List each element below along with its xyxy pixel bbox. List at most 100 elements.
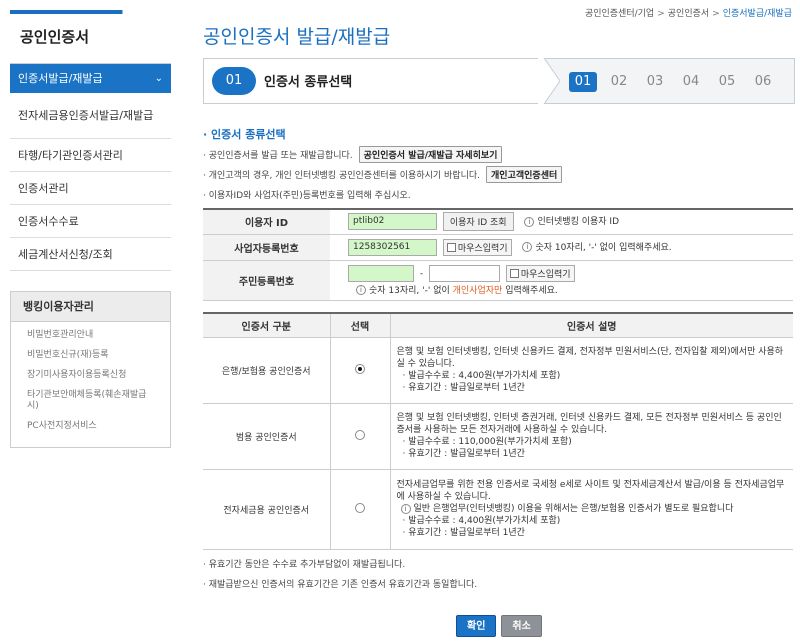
note-text: · 공인인증서를 발급 또는 재발급합니다. <box>203 150 353 161</box>
chevron-right-icon: > <box>712 9 720 19</box>
sidebar-item-tax-invoice[interactable]: 세금계산서신청/조회 <box>10 238 171 271</box>
step-number: 01 <box>569 72 597 92</box>
cert-name: 전자세금용 공인인증서 <box>203 469 330 550</box>
sidebar-item-tax-cert[interactable]: 전자세금용인증서발급/재발급 <box>10 93 171 139</box>
rrn-back-input[interactable] <box>429 264 500 282</box>
personal-cert-center-button[interactable]: 개인고객인증센터 <box>486 165 563 183</box>
sidebar-item-cert-fee[interactable]: 인증서수수료 <box>10 205 171 238</box>
header-cert-desc: 인증서 설명 <box>389 313 793 338</box>
banking-user-title: 뱅킹이용자관리 <box>11 292 170 322</box>
universal-cert-radio[interactable] <box>355 429 365 440</box>
user-id-cell: ptlib02 이용자 ID 조회 i 인터넷뱅킹 이용자 ID <box>330 209 793 235</box>
rrn-info-highlight: 개인사업자만 <box>452 285 503 296</box>
note-text: · 이용자ID와 사업자(주민)등록번호를 입력해 주십시오. <box>203 190 411 201</box>
sub-item-password-register[interactable]: 비밀번호신규(재)등록 <box>11 350 170 361</box>
step-number: 03 <box>646 74 664 89</box>
breadcrumb-item[interactable]: 공인인증서 <box>668 9 709 19</box>
sub-item-security-media[interactable]: 타기관보안매체등록(훼손재발급시) <box>11 390 170 412</box>
sub-item-dormant-register[interactable]: 장기미사용자이용등록신청 <box>11 370 170 381</box>
step-bar: 01 인증서 종류선택 01 02 03 04 05 06 <box>203 58 795 104</box>
info-icon: i <box>524 216 535 227</box>
cert-desc: 은행 및 보험 인터넷뱅킹, 인터넷 증권거래, 인터넷 신용카드 결제, 모든… <box>396 413 782 435</box>
step-number: 04 <box>682 74 700 89</box>
cert-period: · 유효기간 : 발급일로부터 1년간 <box>402 383 525 393</box>
cert-fee: · 발급수수료 : 4,400원(부가가치세 포함) <box>402 516 561 526</box>
form-row-user-id: 이용자 ID ptlib02 이용자 ID 조회 i 인터넷뱅킹 이용자 ID <box>203 209 793 235</box>
cert-desc: 은행 및 보험 인터넷뱅킹, 인터넷 신용카드 결제, 전자정부 민원서비스(단… <box>396 347 784 369</box>
note-row: · 공인인증서를 발급 또는 재발급합니다. 공인인증서 발급/재발급 자세히보기 <box>203 144 562 164</box>
page-title: 공인인증서 발급/재발급 <box>203 26 391 48</box>
cert-desc-cell: 전자세금업무를 위한 전용 인증서로 국세청 e세로 사이트 및 전자세금계산서… <box>389 469 793 550</box>
cert-fee: · 발급수수료 : 110,000원(부가가치세 포함) <box>402 437 572 447</box>
sub-item-pc-designation[interactable]: PC사전지정서비스 <box>11 421 170 432</box>
note-row: · 개인고객의 경우, 개인 인터넷뱅킹 공인인증센터를 이용하시기 바랍니다.… <box>203 164 563 184</box>
header-cert-type: 인증서 구분 <box>203 313 330 338</box>
cert-period: · 유효기간 : 발급일로부터 1년간 <box>402 528 525 538</box>
sidebar-item-label: 인증서관리 <box>18 182 69 195</box>
cert-desc-cell: 은행 및 보험 인터넷뱅킹, 인터넷 증권거래, 인터넷 신용카드 결제, 모든… <box>389 403 793 470</box>
banking-user-list: 비밀번호관리안내 비밀번호신규(재)등록 장기미사용자이용등록신청 타기관보안매… <box>11 322 170 447</box>
user-id-info: 인터넷뱅킹 이용자 ID <box>537 217 620 228</box>
biz-number-input[interactable]: 1258302561 <box>348 238 437 256</box>
sidebar-title: 공인인증서 <box>10 14 171 64</box>
sub-item-password-guide[interactable]: 비밀번호관리안내 <box>11 330 170 341</box>
step-number-list: 01 02 03 04 05 06 <box>569 72 785 92</box>
cert-desc-cell: 은행 및 보험 인터넷뱅킹, 인터넷 신용카드 결제, 전자정부 민원서비스(단… <box>389 337 793 404</box>
rrn-label: 주민등록번호 <box>203 260 330 301</box>
sidebar-item-label: 인증서발급/재발급 <box>18 72 103 85</box>
banking-user-box: 뱅킹이용자관리 비밀번호관리안내 비밀번호신규(재)등록 장기미사용자이용등록신… <box>10 291 171 448</box>
footer-notes: · 유효기간 동안은 수수료 추가부담없이 재발급됩니다. · 재발급받으신 인… <box>203 558 477 598</box>
user-form-table: 이용자 ID ptlib02 이용자 ID 조회 i 인터넷뱅킹 이용자 ID 사… <box>203 208 793 301</box>
cert-notice: 일반 은행업무(인터넷뱅킹) 이용을 위해서는 은행/보험용 인증서가 별도로 … <box>413 504 734 514</box>
user-id-input[interactable]: ptlib02 <box>348 213 437 231</box>
cert-period: · 유효기간 : 발급일로부터 1년간 <box>402 449 525 459</box>
sidebar-item-label: 전자세금용인증서발급/재발급 <box>18 109 154 122</box>
sidebar-item-cert-issue[interactable]: 인증서발급/재발급 ⌄ <box>10 64 171 93</box>
sidebar-item-cert-manage[interactable]: 인증서관리 <box>10 172 171 205</box>
biz-number-label: 사업자등록번호 <box>203 234 330 261</box>
footer-note: · 재발급받으신 인증서의 유효기간은 기존 인증서 유효기간과 동일합니다. <box>203 580 478 590</box>
sidebar-item-label: 세금계산서신청/조회 <box>18 248 113 261</box>
cert-row-universal: 범용 공인인증서 은행 및 보험 인터넷뱅킹, 인터넷 증권거래, 인터넷 신용… <box>203 403 793 470</box>
cert-select-cell <box>329 403 390 470</box>
tax-cert-radio[interactable] <box>355 502 365 513</box>
confirm-button[interactable]: 확인 <box>456 615 497 637</box>
issue-detail-button[interactable]: 공인인증서 발급/재발급 자세히보기 <box>358 145 503 163</box>
footer-note: · 유효기간 동안은 수수료 추가부담없이 재발급됩니다. <box>203 560 406 570</box>
info-icon: i <box>356 285 366 295</box>
cert-row-tax: 전자세금용 공인인증서 전자세금업무를 위한 전용 인증서로 국세청 e세로 사… <box>203 469 793 550</box>
user-id-lookup-button[interactable]: 이용자 ID 조회 <box>442 212 514 232</box>
rrn-info-text: 입력해주세요. <box>505 285 558 296</box>
breadcrumb-item[interactable]: 공인인증센터/기업 <box>585 9 654 19</box>
chevron-down-icon: ⌄ <box>154 72 163 84</box>
info-icon: i <box>522 242 533 252</box>
sidebar-item-other-cert[interactable]: 타행/타기관인증서관리 <box>10 139 171 172</box>
checkbox-icon <box>446 242 456 252</box>
biz-number-cell: 1258302561 마우스입력기 i 숫자 10자리, '-' 없이 입력해주세… <box>330 234 793 261</box>
sidebar-menu: 인증서발급/재발급 ⌄ 전자세금용인증서발급/재발급 타행/타기관인증서관리 인증… <box>10 64 171 271</box>
mouse-input-label: 마우스입력기 <box>457 243 508 254</box>
header-select: 선택 <box>329 313 390 338</box>
rrn-info-text: 숫자 13자리, '-' 없이 <box>369 285 450 296</box>
info-icon: i <box>400 503 411 514</box>
note-text: · 개인고객의 경우, 개인 인터넷뱅킹 공인인증센터를 이용하시기 바랍니다. <box>203 170 481 181</box>
bank-cert-radio[interactable] <box>355 363 365 374</box>
cancel-button[interactable]: 취소 <box>501 615 542 637</box>
rrn-cell: - 마우스입력기 i 숫자 13자리, '-' 없이 개인사업자만 입력해주세요. <box>330 260 793 301</box>
action-buttons: 확인 취소 <box>456 615 547 637</box>
form-row-rrn: 주민등록번호 - 마우스입력기 i 숫자 13자리, '-' 없이 개인사업자만 … <box>203 260 793 301</box>
notes: · 공인인증서를 발급 또는 재발급합니다. 공인인증서 발급/재발급 자세히보기… <box>203 144 563 204</box>
cert-name: 범용 공인인증서 <box>203 403 330 470</box>
mouse-input-label: 마우스입력기 <box>520 269 571 280</box>
user-id-label: 이용자 ID <box>203 209 330 235</box>
form-row-biz-number: 사업자등록번호 1258302561 마우스입력기 i 숫자 10자리, '-' … <box>203 234 793 261</box>
cert-type-table: 인증서 구분 선택 인증서 설명 은행/보험용 공인인증서 은행 및 보험 인터… <box>203 312 793 550</box>
rrn-front-input[interactable] <box>348 264 414 282</box>
rrn-dash: - <box>419 268 424 279</box>
step-number: 06 <box>754 74 772 89</box>
note-row: · 이용자ID와 사업자(주민)등록번호를 입력해 주십시오. <box>203 184 562 204</box>
mouse-input-toggle[interactable]: 마우스입력기 <box>442 238 512 256</box>
breadcrumb: 공인인증센터/기업 > 공인인증서 > 인증서발급/재발급 <box>585 6 792 19</box>
mouse-input-toggle[interactable]: 마우스입력기 <box>505 264 575 282</box>
cert-select-cell <box>329 337 390 404</box>
